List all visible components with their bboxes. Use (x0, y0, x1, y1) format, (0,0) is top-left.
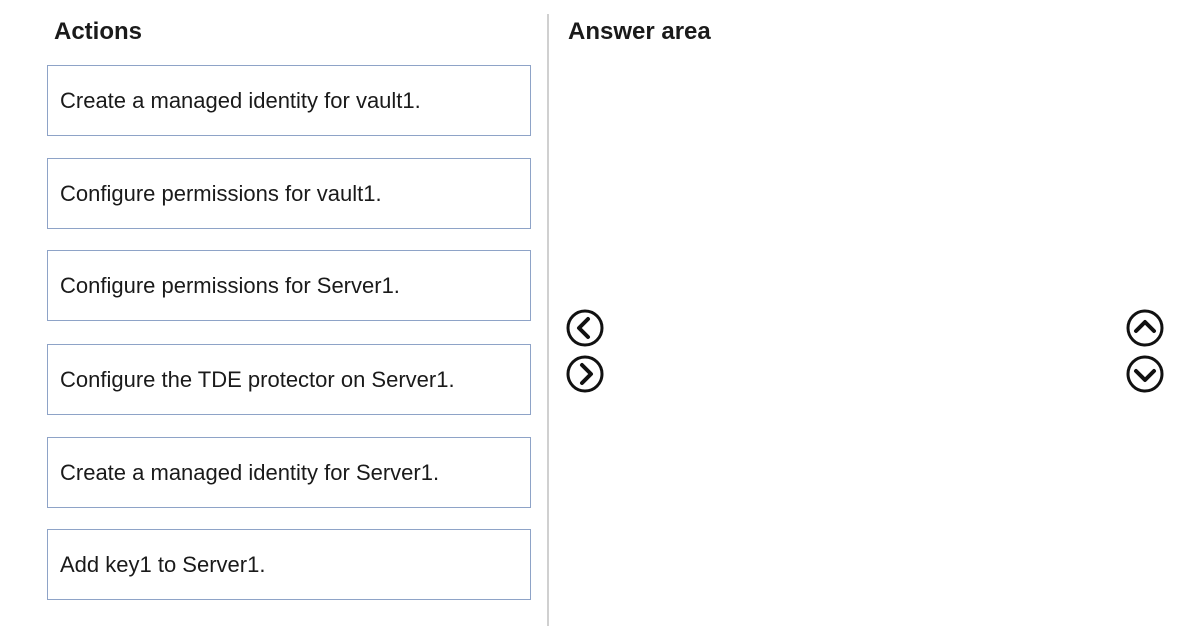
chevron-up-circle-icon (1126, 309, 1164, 347)
chevron-left-circle-icon (566, 309, 604, 347)
action-item-create-identity-server1[interactable]: Create a managed identity for Server1. (47, 437, 531, 508)
actions-heading: Actions (54, 18, 143, 45)
chevron-right-circle-icon (566, 355, 604, 393)
action-item-add-key1[interactable]: Add key1 to Server1. (47, 529, 531, 600)
answer-area-heading: Answer area (568, 18, 711, 45)
action-item-configure-permissions-server1[interactable]: Configure permissions for Server1. (47, 250, 531, 321)
panel-divider (547, 14, 549, 626)
move-up-button[interactable] (1125, 308, 1165, 348)
move-down-button[interactable] (1125, 354, 1165, 394)
actions-list: Create a managed identity for vault1. Co… (47, 65, 531, 600)
action-item-create-identity-vault1[interactable]: Create a managed identity for vault1. (47, 65, 531, 136)
answer-area-dropzone[interactable] (552, 58, 1112, 623)
chevron-down-circle-icon (1126, 355, 1164, 393)
move-left-button[interactable] (565, 308, 605, 348)
action-item-configure-permissions-vault1[interactable]: Configure permissions for vault1. (47, 158, 531, 229)
action-item-configure-tde-protector[interactable]: Configure the TDE protector on Server1. (47, 344, 531, 415)
move-right-button[interactable] (565, 354, 605, 394)
